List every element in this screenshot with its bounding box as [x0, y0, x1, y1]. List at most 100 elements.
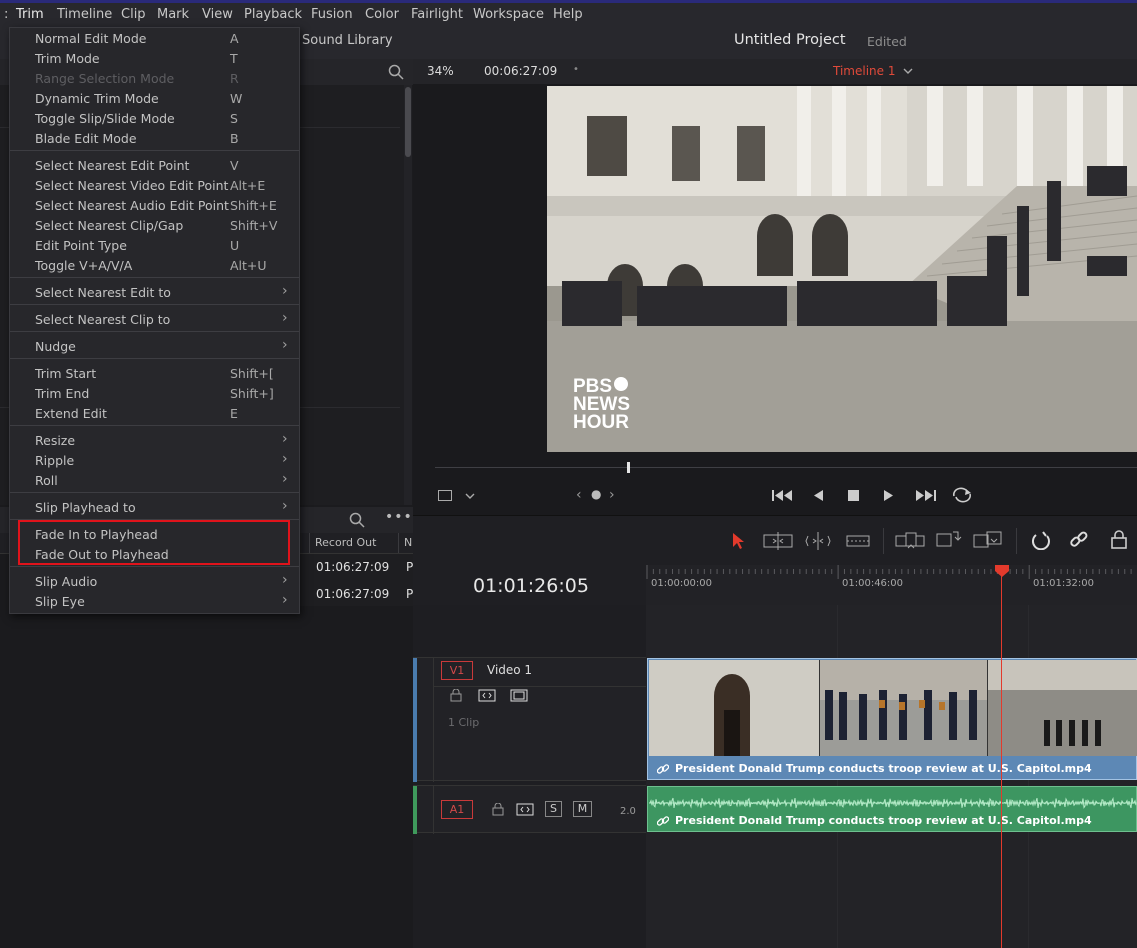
menu-separator	[10, 566, 299, 567]
menu-timeline[interactable]: Timeline	[57, 7, 112, 22]
auto-track-select-icon[interactable]	[478, 689, 496, 702]
menu-item-slip-audio[interactable]: Slip Audio ›	[10, 572, 299, 592]
menu-item-shortcut: Alt+U	[230, 258, 267, 273]
menu-item-select-nearest-video-edit-point[interactable]: Select Nearest Video Edit Point Alt+E	[10, 176, 299, 196]
menu-item-shortcut: R	[230, 71, 239, 86]
jog-prev-icon[interactable]: ‹	[576, 487, 582, 503]
menu-item-blade-edit-mode[interactable]: Blade Edit Mode B	[10, 129, 299, 149]
timeline-ruler[interactable]: 01:00:00:00 01:00:46:00 01:01:32:00	[646, 565, 1137, 605]
chevron-down-icon[interactable]	[903, 68, 913, 75]
position-lock-icon[interactable]	[1110, 530, 1128, 550]
mute-button[interactable]: M	[573, 801, 592, 817]
scrubber-track[interactable]	[435, 467, 1137, 468]
menu-item-roll[interactable]: Roll ›	[10, 471, 299, 491]
selection-arrow-icon[interactable]	[731, 532, 745, 550]
track-badge-a1[interactable]: A1	[441, 800, 473, 819]
viewer-mode-icon[interactable]	[438, 490, 452, 501]
menu-item-nudge[interactable]: Nudge ›	[10, 337, 299, 357]
timeline-name[interactable]: Timeline 1	[833, 64, 895, 78]
track-enable-icon[interactable]	[510, 689, 528, 702]
ruler-tick-label: 01:01:32:00	[1033, 578, 1095, 589]
track-lock-icon[interactable]	[450, 689, 462, 702]
skip-to-end-icon[interactable]	[915, 488, 937, 503]
blade-edit-icon[interactable]	[846, 533, 870, 549]
menu-clip[interactable]: Clip	[121, 7, 146, 22]
menu-item-slip-eye[interactable]: Slip Eye ›	[10, 592, 299, 612]
menu-item-label: Toggle V+A/V/A	[35, 258, 133, 273]
menu-item-select-nearest-clip-to[interactable]: Select Nearest Clip to ›	[10, 310, 299, 330]
column-record-out[interactable]: Record Out	[315, 536, 376, 549]
menu-help[interactable]: Help	[553, 7, 583, 22]
insert-clip-icon[interactable]	[895, 530, 925, 550]
video-clip[interactable]: President Donald Trump conducts troop re…	[647, 658, 1137, 780]
stop-icon[interactable]	[847, 489, 860, 502]
menu-item-shortcut: W	[230, 91, 243, 106]
search-icon[interactable]	[388, 64, 404, 80]
video-track-name[interactable]: Video 1	[487, 663, 532, 677]
menu-trim[interactable]: Trim	[16, 7, 44, 22]
loop-icon[interactable]	[950, 486, 974, 504]
menu-item-toggle-slip-slide-mode[interactable]: Toggle Slip/Slide Mode S	[10, 109, 299, 129]
menu-item-label: Resize	[35, 433, 76, 448]
menu-item-dynamic-trim-mode[interactable]: Dynamic Trim Mode W	[10, 89, 299, 109]
timeline-playhead[interactable]	[1001, 565, 1002, 948]
track-lock-icon[interactable]	[492, 803, 504, 816]
menu-playback[interactable]: Playback	[244, 7, 302, 22]
play-reverse-icon[interactable]	[812, 489, 824, 502]
chevron-right-icon: ›	[282, 471, 288, 487]
menu-item-shortcut: Alt+E	[230, 178, 266, 193]
media-pool-scrollbar[interactable]	[404, 85, 412, 505]
menu-view[interactable]: View	[202, 7, 233, 22]
menu-item-normal-edit-mode[interactable]: Normal Edit Mode A	[10, 29, 299, 49]
auto-track-select-icon[interactable]	[516, 803, 534, 816]
menu-item-select-nearest-audio-edit-point[interactable]: Select Nearest Audio Edit Point Shift+E	[10, 196, 299, 216]
menu-item-select-nearest-edit-point[interactable]: Select Nearest Edit Point V	[10, 156, 299, 176]
menu-item-label: Nudge	[35, 339, 76, 354]
playhead-marker-icon[interactable]	[994, 565, 1010, 578]
menu-item-select-nearest-edit-to[interactable]: Select Nearest Edit to ›	[10, 283, 299, 303]
overwrite-clip-icon[interactable]	[936, 529, 962, 551]
audio-channels: 2.0	[620, 806, 636, 817]
table-cell-record-out[interactable]: 01:06:27:09	[316, 587, 389, 601]
menu-fusion[interactable]: Fusion	[311, 7, 353, 22]
menu-item-shortcut: S	[230, 111, 238, 126]
menu-item-slip-playhead-to[interactable]: Slip Playhead to ›	[10, 498, 299, 518]
chevron-right-icon: ›	[282, 310, 288, 326]
menu-item-trim-mode[interactable]: Trim Mode T	[10, 49, 299, 69]
menu-item-ripple[interactable]: Ripple ›	[10, 451, 299, 471]
search-icon[interactable]	[349, 512, 365, 528]
menu-item-trim-start[interactable]: Trim Start Shift+[	[10, 364, 299, 384]
zoom-level[interactable]: 34%	[427, 64, 454, 78]
solo-button[interactable]: S	[545, 801, 562, 817]
track-badge-v1[interactable]: V1	[441, 661, 473, 680]
sound-library-button[interactable]: Sound Library	[302, 33, 393, 48]
timeline-toolbar	[413, 515, 1137, 566]
jog-dot-icon[interactable]: ●	[591, 487, 601, 501]
menu-item-edit-point-type[interactable]: Edit Point Type U	[10, 236, 299, 256]
chevron-down-icon[interactable]	[465, 493, 475, 500]
timeline-timecode-area: 01:01:26:05	[413, 565, 646, 605]
skip-to-start-icon[interactable]	[771, 488, 793, 503]
jog-next-icon[interactable]: ›	[609, 487, 615, 503]
replace-clip-icon[interactable]	[973, 529, 1003, 551]
more-options-icon[interactable]: •••	[385, 509, 413, 525]
dynamic-trim-icon[interactable]	[805, 532, 831, 550]
menu-color[interactable]: Color	[365, 7, 399, 22]
table-cell-record-out[interactable]: 01:06:27:09	[316, 560, 389, 574]
column-n[interactable]: N	[404, 536, 412, 549]
menu-mark[interactable]: Mark	[157, 7, 189, 22]
menu-item-shortcut: Shift+]	[230, 386, 274, 401]
menu-workspace[interactable]: Workspace	[473, 7, 544, 22]
menu-item-trim-end[interactable]: Trim End Shift+]	[10, 384, 299, 404]
play-icon[interactable]	[883, 489, 895, 502]
trim-edit-mode-icon[interactable]	[763, 532, 793, 550]
menu-item-resize[interactable]: Resize ›	[10, 431, 299, 451]
menu-item-select-nearest-clip-gap[interactable]: Select Nearest Clip/Gap Shift+V	[10, 216, 299, 236]
scrubber-playhead[interactable]	[627, 462, 630, 473]
menu-item-extend-edit[interactable]: Extend Edit E	[10, 404, 299, 424]
linked-selection-icon[interactable]	[1069, 530, 1089, 550]
snapping-icon[interactable]	[1031, 530, 1051, 550]
audio-clip[interactable]: President Donald Trump conducts troop re…	[647, 786, 1137, 832]
menu-fairlight[interactable]: Fairlight	[411, 7, 463, 22]
menu-item-toggle-v-a-v-a[interactable]: Toggle V+A/V/A Alt+U	[10, 256, 299, 276]
